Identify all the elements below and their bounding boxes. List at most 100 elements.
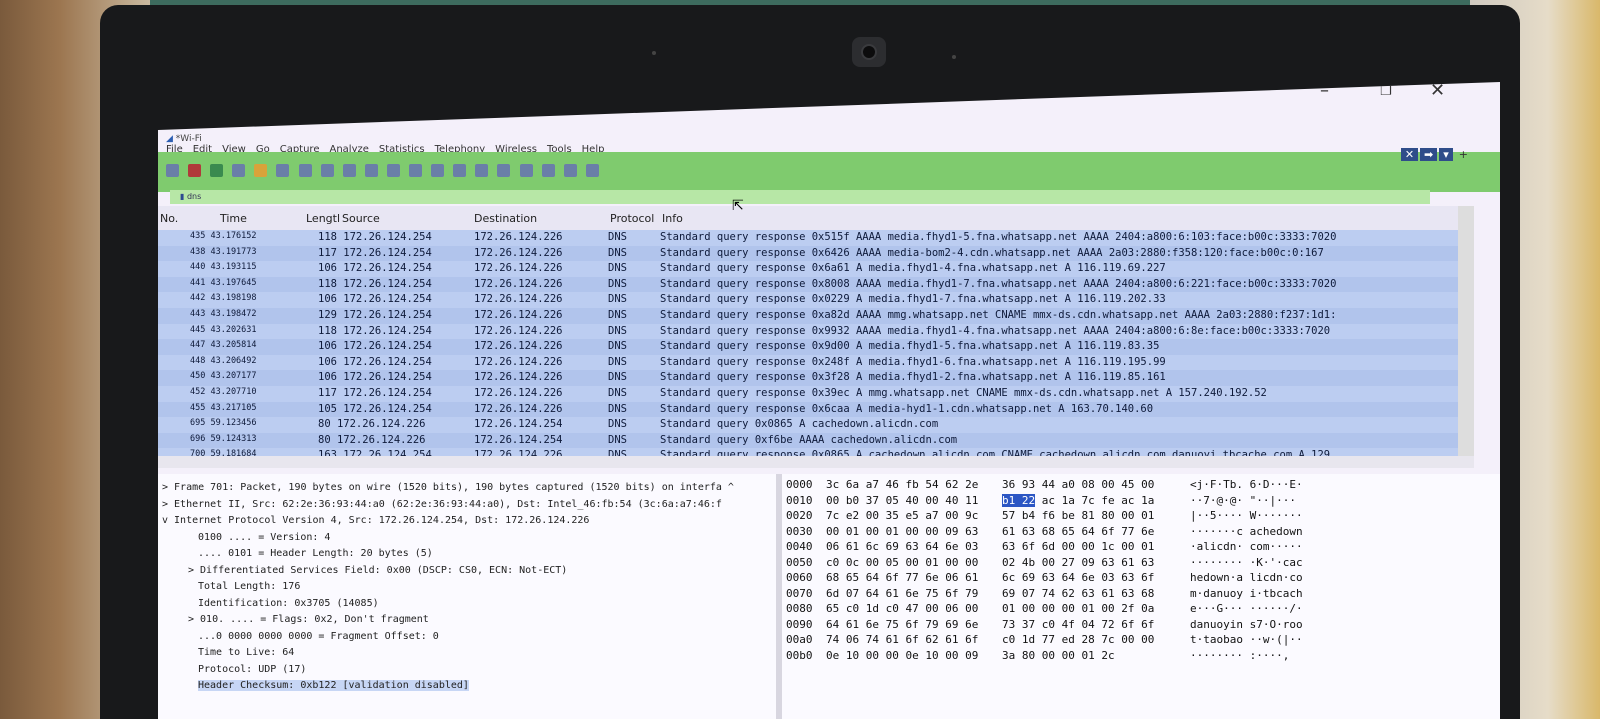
- bookmark-icon[interactable]: ▮: [180, 192, 187, 201]
- hex-bytes-2[interactable]: 69 07 74 62 63 61 63 68: [1002, 587, 1154, 600]
- hex-ascii: t·taobao ··w·(|··: [1190, 633, 1303, 646]
- packet-row[interactable]: 435 43.176152 118 172.26.124.254 172.26.12…: [158, 230, 1458, 246]
- packet-row[interactable]: 440 43.193115 106 172.26.124.254 172.26.12…: [158, 261, 1458, 277]
- hex-bytes-2[interactable]: 63 6f 6d 00 00 1c 00 01: [1002, 540, 1154, 553]
- first-packet-icon[interactable]: [431, 164, 445, 177]
- detail-line[interactable]: Header Checksum: 0xb122 [validation disa…: [198, 680, 469, 691]
- main-toolbar: [164, 160, 1494, 180]
- packet-row[interactable]: 455 43.217105 105 172.26.124.254 172.26.12…: [158, 401, 1458, 418]
- hex-bytes-2[interactable]: 57 b4 f6 be 81 80 00 01: [1002, 509, 1154, 522]
- packet-row[interactable]: 438 43.191773 117 172.26.124.254 172.26.12…: [158, 245, 1458, 262]
- display-filter-input[interactable]: ▮ dns: [170, 190, 1430, 204]
- detail-line[interactable]: v Internet Protocol Version 4, Src: 172.…: [162, 515, 589, 526]
- detail-line[interactable]: > 010. .... = Flags: 0x2, Don't fragment: [188, 614, 429, 625]
- packet-row[interactable]: 696 59.124313 80 172.26.124.226 172.26.124…: [158, 432, 1458, 449]
- detail-line[interactable]: 0100 .... = Version: 4: [198, 532, 330, 543]
- hex-bytes-2[interactable]: 3a 80 00 00 01 2c: [1002, 649, 1115, 662]
- packet-row[interactable]: 443 43.198472 129 172.26.124.254 172.26.12…: [158, 307, 1458, 324]
- packet-destination: 172.26.124.226: [474, 402, 563, 415]
- open-file-icon[interactable]: [254, 164, 268, 177]
- hex-offset: 0030: [786, 524, 813, 538]
- capture-options-icon[interactable]: [232, 164, 246, 177]
- detail-line[interactable]: Identification: 0x3705 (14085): [198, 598, 379, 609]
- colorize-icon[interactable]: [497, 164, 511, 177]
- resize-columns-icon[interactable]: [585, 164, 599, 177]
- packet-list-hscroll[interactable]: [158, 456, 1474, 468]
- packet-row[interactable]: 441 43.197645 118 172.26.124.254 172.26.12…: [158, 276, 1458, 293]
- hex-bytes-1[interactable]: 64 61 6e 75 6f 79 69 6e: [826, 618, 978, 631]
- zoom-in-icon[interactable]: [519, 164, 533, 177]
- find-packet-icon[interactable]: [342, 164, 356, 177]
- autoscroll-icon[interactable]: [475, 164, 489, 177]
- col-info[interactable]: Info: [662, 212, 683, 225]
- packet-row[interactable]: 695 59.123456 80 172.26.124.226 172.26.124…: [158, 417, 1458, 433]
- detail-line[interactable]: Total Length: 176: [198, 581, 300, 592]
- hex-bytes-2[interactable]: c0 1d 77 ed 28 7c 00 00: [1002, 633, 1154, 646]
- packet-row[interactable]: 452 43.207710 117 172.26.124.254 172.26.12…: [158, 385, 1458, 402]
- detail-line[interactable]: Time to Live: 64: [198, 647, 294, 658]
- restart-capture-icon[interactable]: [210, 164, 224, 177]
- save-file-icon[interactable]: [276, 164, 290, 177]
- packet-row[interactable]: 442 43.198198 106 172.26.124.254 172.26.12…: [158, 292, 1458, 308]
- hex-bytes-1[interactable]: 00 01 00 01 00 00 09 63: [826, 525, 978, 538]
- reload-icon[interactable]: [320, 164, 334, 177]
- add-filter-icon[interactable]: +: [1455, 148, 1472, 161]
- filter-dropdown-icon[interactable]: ▾: [1439, 148, 1453, 161]
- apply-filter-icon[interactable]: ➡: [1420, 148, 1438, 161]
- hex-bytes-1[interactable]: 68 65 64 6f 77 6e 06 61: [826, 571, 978, 584]
- col-time[interactable]: Time: [220, 212, 247, 225]
- hex-bytes-2[interactable]: 61 63 68 65 64 6f 77 6e: [1002, 525, 1154, 538]
- hex-bytes-2[interactable]: 73 37 c0 4f 04 72 6f 6f: [1002, 618, 1154, 631]
- detail-line[interactable]: Protocol: UDP (17): [198, 664, 306, 675]
- hex-offset: 0070: [786, 586, 813, 600]
- hex-bytes-2[interactable]: 6c 69 63 64 6e 03 63 6f: [1002, 571, 1154, 584]
- hex-bytes-2[interactable]: 02 4b 00 27 09 63 61 63: [1002, 556, 1154, 569]
- col-no[interactable]: No.: [160, 212, 178, 225]
- packet-length-source: 106 172.26.124.254: [318, 355, 432, 368]
- detail-line[interactable]: > Frame 701: Packet, 190 bytes on wire (…: [162, 482, 734, 493]
- zoom-out-icon[interactable]: [541, 164, 555, 177]
- hex-bytes-1[interactable]: 74 06 74 61 6f 62 61 6f: [826, 633, 978, 646]
- close-icon[interactable]: ✕: [1430, 82, 1445, 101]
- packet-row[interactable]: 447 43.205814 106 172.26.124.254 172.26.12…: [158, 339, 1458, 355]
- packet-info: Standard query response 0x9932 AAAA medi…: [660, 324, 1331, 337]
- col-length[interactable]: Lengtl: [306, 212, 340, 225]
- packet-list-vscroll[interactable]: [1458, 206, 1474, 456]
- hex-bytes-2[interactable]: 01 00 00 00 01 00 2f 0a: [1002, 602, 1154, 615]
- hex-bytes-1[interactable]: 0e 10 00 00 0e 10 00 09: [826, 649, 978, 662]
- hex-bytes-2-text: 6c 69 63 64 6e 03 63 6f: [1002, 571, 1155, 584]
- go-forward-icon[interactable]: [386, 164, 400, 177]
- hex-bytes-1[interactable]: c0 0c 00 05 00 01 00 00: [826, 556, 978, 569]
- packet-row[interactable]: 450 43.207177 106 172.26.124.254 172.26.12…: [158, 370, 1458, 386]
- hex-offset: 0090: [786, 617, 813, 631]
- last-packet-icon[interactable]: [453, 164, 467, 177]
- maximize-icon[interactable]: ❐: [1380, 84, 1392, 99]
- shark-fin-start-icon[interactable]: [166, 164, 179, 177]
- go-to-packet-icon[interactable]: [409, 164, 423, 177]
- col-protocol[interactable]: Protocol: [610, 212, 654, 225]
- col-source[interactable]: Source: [342, 212, 380, 225]
- hex-bytes-2[interactable]: 36 93 44 a0 08 00 45 00: [1002, 478, 1154, 491]
- hex-bytes-1[interactable]: 06 61 6c 69 63 64 6e 03: [826, 540, 978, 553]
- detail-line[interactable]: > Differentiated Services Field: 0x00 (D…: [188, 565, 567, 576]
- hex-bytes-1[interactable]: 00 b0 37 05 40 00 40 11: [826, 494, 978, 507]
- stop-capture-icon[interactable]: [188, 164, 202, 177]
- hex-bytes-1[interactable]: 7c e2 00 35 e5 a7 00 9c: [826, 509, 978, 522]
- hex-bytes-1[interactable]: 65 c0 1d c0 47 00 06 00: [826, 602, 978, 615]
- go-back-icon[interactable]: [364, 164, 378, 177]
- detail-line[interactable]: ...0 0000 0000 0000 = Fragment Offset: 0: [198, 631, 439, 642]
- hex-highlight[interactable]: b1 22: [1002, 493, 1036, 507]
- col-destination[interactable]: Destination: [474, 212, 537, 225]
- hex-bytes-1[interactable]: 6d 07 64 61 6e 75 6f 79: [826, 587, 978, 600]
- hex-offset: 00a0: [786, 633, 813, 646]
- detail-line[interactable]: .... 0101 = Header Length: 20 bytes (5): [198, 548, 433, 559]
- close-file-icon[interactable]: [298, 164, 312, 177]
- detail-line[interactable]: > Ethernet II, Src: 62:2e:36:93:44:a0 (6…: [162, 499, 722, 510]
- packet-info: Standard query response 0x0229 A media.f…: [660, 293, 1166, 306]
- packet-row[interactable]: 445 43.202631 118 172.26.124.254 172.26.12…: [158, 323, 1458, 340]
- hex-bytes-1[interactable]: 3c 6a a7 46 fb 54 62 2e: [826, 478, 978, 491]
- zoom-normal-icon[interactable]: [563, 164, 577, 177]
- hex-bytes-2[interactable]: b1 22 ac 1a 7c fe ac 1a: [1002, 493, 1154, 507]
- clear-filter-icon[interactable]: ✕: [1400, 148, 1419, 161]
- packet-row[interactable]: 448 43.206492 106 172.26.124.254 172.26.12…: [158, 354, 1458, 371]
